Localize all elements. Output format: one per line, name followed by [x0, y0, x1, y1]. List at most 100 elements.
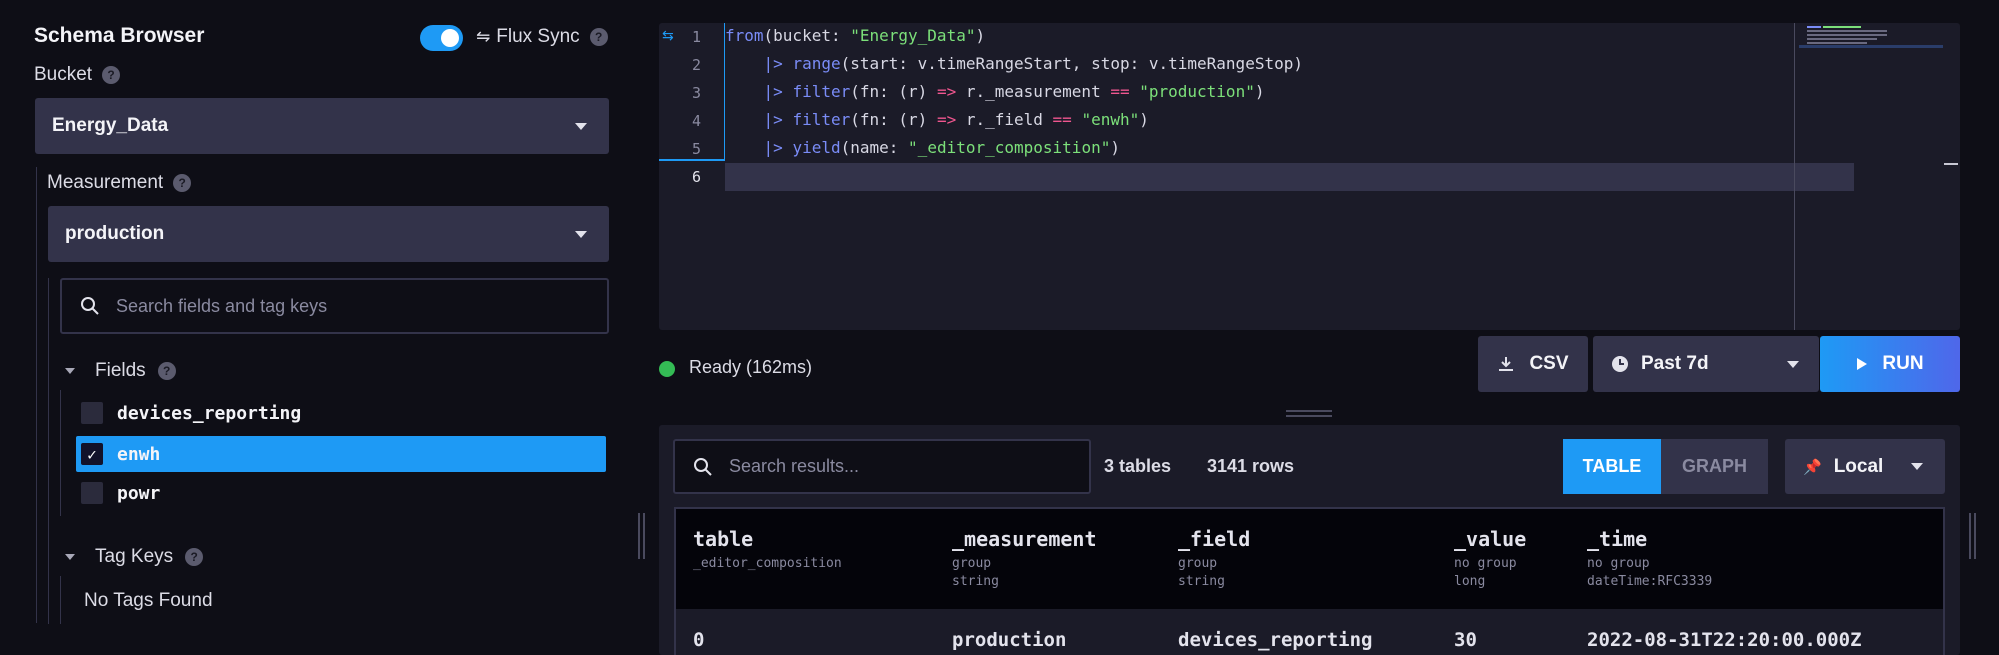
results-table: table _editor_composition _measurement g…: [674, 507, 1945, 655]
code-token: |>: [763, 54, 783, 73]
checkbox-checked[interactable]: ✓: [81, 443, 103, 465]
code-token: |>: [763, 82, 783, 101]
help-icon[interactable]: ?: [185, 548, 204, 566]
code-token: ==: [1110, 82, 1130, 101]
download-icon: [1499, 357, 1514, 371]
tree-guide: [60, 576, 61, 624]
panel-resize-handle[interactable]: [1969, 513, 1976, 559]
graph-view-button[interactable]: GRAPH: [1661, 439, 1768, 494]
time-range-dropdown[interactable]: Past 7d: [1593, 336, 1819, 392]
code-line: |> filter(fn: (r) => r._field == "enwh"): [725, 110, 1149, 129]
code-token: =>: [936, 82, 957, 101]
chevron-down-icon: [575, 122, 587, 130]
pin-icon: 📌: [1803, 458, 1822, 476]
help-icon[interactable]: ?: [102, 66, 121, 84]
measurement-value: production: [65, 223, 165, 244]
code-token: ): [1110, 138, 1120, 157]
column-header-time[interactable]: _time: [1587, 527, 1647, 551]
editor-resize-handle[interactable]: [1286, 410, 1332, 417]
table-cell: devices_reporting: [1178, 629, 1373, 651]
tag-keys-header[interactable]: Tag Keys ?: [65, 546, 204, 568]
help-icon[interactable]: ?: [589, 28, 608, 46]
tree-guide: [60, 390, 61, 516]
timezone-dropdown[interactable]: 📌 Local: [1785, 439, 1945, 494]
status-text: Ready (162ms): [689, 357, 813, 377]
clock-icon: [1612, 356, 1628, 372]
help-icon[interactable]: ?: [173, 174, 192, 192]
field-item-devices-reporting[interactable]: devices_reporting: [76, 400, 606, 426]
fields-header[interactable]: Fields ?: [65, 360, 176, 382]
column-type-measurement: group string: [952, 556, 999, 589]
tree-guide: [48, 278, 49, 624]
field-item-powr[interactable]: powr: [76, 480, 606, 506]
minimap[interactable]: [1799, 23, 1960, 330]
flux-sync-toggle[interactable]: [420, 25, 463, 51]
measurement-label-row: Measurement ?: [47, 172, 192, 194]
column-header-value[interactable]: _value: [1454, 527, 1526, 551]
panel-resize-handle[interactable]: [638, 513, 645, 559]
code-token: r._field: [956, 110, 1053, 129]
checkbox[interactable]: [81, 482, 103, 504]
chevron-down-icon: [575, 230, 587, 238]
chevron-down-icon: [1787, 360, 1799, 368]
code-line: |> range(start: v.timeRangeStart, stop: …: [725, 54, 1303, 73]
rows-count: 3141 rows: [1207, 456, 1295, 476]
search-icon: [694, 457, 712, 476]
column-type-time: no group dateTime:RFC3339: [1587, 556, 1713, 589]
code-token: ): [975, 26, 986, 45]
field-item-enwh[interactable]: ✓ enwh: [76, 436, 606, 472]
code-token: (bucket:: [763, 26, 851, 45]
caret-down-icon: [65, 554, 75, 560]
flux-sync: ⇋ Flux Sync ?: [476, 26, 608, 48]
line-number: 5: [691, 140, 701, 158]
table-cell: 0: [693, 629, 705, 651]
code-line: |> yield(name: "_editor_composition"): [725, 138, 1120, 157]
column-header-table[interactable]: table: [693, 527, 753, 551]
sync-icon: ⇋: [476, 27, 491, 46]
help-icon[interactable]: ?: [157, 362, 176, 380]
tag-keys-label: Tag Keys: [95, 546, 174, 567]
status-indicator: [659, 361, 675, 377]
schema-search-input[interactable]: Search fields and tag keys: [60, 278, 609, 334]
code-token: from: [725, 26, 764, 45]
table-view-button[interactable]: TABLE: [1563, 439, 1661, 494]
column-header-measurement[interactable]: _measurement: [952, 527, 1097, 551]
code-token: (fn: (r): [850, 82, 937, 101]
table-cell: production: [952, 629, 1067, 651]
line-number: 6: [691, 168, 701, 186]
view-toggle: TABLE GRAPH: [1563, 439, 1768, 494]
measurement-dropdown[interactable]: production: [48, 206, 609, 262]
time-range-value: Past 7d: [1641, 353, 1709, 374]
results-search-input[interactable]: Search results...: [673, 439, 1091, 494]
caret-down-icon: [65, 368, 75, 374]
bucket-dropdown[interactable]: Energy_Data: [35, 98, 609, 154]
code-token: (start: v.timeRangeStart, stop: v.timeRa…: [840, 54, 1303, 73]
checkbox[interactable]: [81, 402, 103, 424]
run-button[interactable]: RUN: [1820, 336, 1960, 392]
csv-button[interactable]: CSV: [1478, 336, 1588, 392]
line-number: 4: [691, 112, 701, 130]
code-token: range: [792, 54, 841, 73]
line-number-gutter: 1 2 3 4 5 6: [659, 23, 725, 330]
measurement-label: Measurement: [47, 172, 164, 193]
code-token: "_editor_composition": [908, 138, 1111, 157]
bucket-label-row: Bucket ?: [34, 64, 121, 86]
schema-browser-title: Schema Browser: [34, 24, 205, 47]
code-token: "production": [1139, 82, 1255, 101]
search-icon: [81, 297, 99, 315]
tree-guide: [36, 167, 37, 623]
column-header-field[interactable]: _field: [1178, 527, 1250, 551]
code-line: |> filter(fn: (r) => r._measurement == "…: [725, 82, 1265, 101]
bucket-value: Energy_Data: [52, 115, 169, 136]
play-icon: [1857, 358, 1868, 370]
line-number: 2: [691, 56, 701, 74]
flux-sync-label: Flux Sync: [496, 26, 580, 47]
flux-editor[interactable]: ⇆ 123456 from(bucket: "Energy_Data") |> …: [659, 23, 1960, 330]
tables-count: 3 tables: [1104, 456, 1172, 476]
